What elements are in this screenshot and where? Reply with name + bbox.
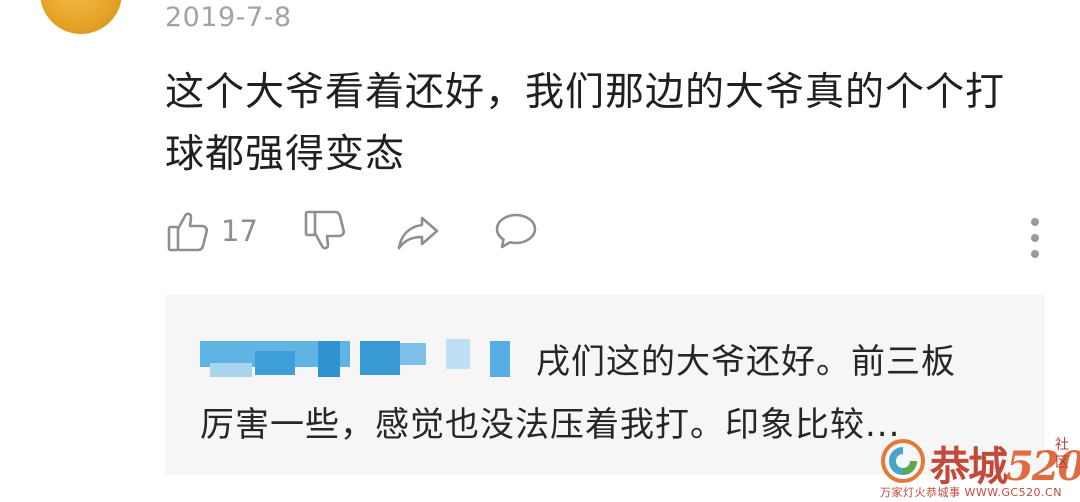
dislike-button[interactable] bbox=[302, 208, 348, 254]
share-icon bbox=[397, 216, 439, 250]
user-avatar[interactable] bbox=[40, 0, 122, 34]
watermark-sub-text: 万家灯火恭城事 WWW.GC520.CN bbox=[880, 486, 1062, 499]
comment-bubble-icon bbox=[495, 213, 537, 249]
like-count: 17 bbox=[221, 214, 258, 248]
more-vertical-icon bbox=[1031, 218, 1039, 258]
watermark-side-text: 社区 bbox=[1055, 437, 1069, 471]
more-options-button[interactable] bbox=[1025, 214, 1045, 262]
share-button[interactable] bbox=[395, 208, 441, 254]
watermark-logo-icon bbox=[881, 439, 925, 483]
thumbs-up-icon bbox=[167, 212, 209, 252]
reply-button[interactable] bbox=[493, 208, 539, 254]
site-watermark: 恭城520 社区 万家灯火恭城事 WWW.GC520.CN bbox=[880, 430, 1080, 502]
comment-screen: 2019-7-8 这个大爷看着还好，我们那边的大爷真的个个打 球都强得变态 17 bbox=[0, 0, 1080, 502]
comment-text-line-2: 球都强得变态 bbox=[165, 132, 406, 177]
comment-actions: 17 bbox=[165, 208, 1045, 268]
reply-first-line: 戌们这的大爷还好。前三板 bbox=[200, 330, 956, 386]
comment-body: 这个大爷看着还好，我们那边的大爷真的个个打 球都强得变态 bbox=[165, 62, 1035, 186]
blurred-username bbox=[200, 333, 530, 383]
reply-text-line-1: 戌们这的大爷还好。前三板 bbox=[536, 341, 956, 382]
comment-text-line-1: 这个大爷看着还好，我们那边的大爷真的个个打 bbox=[165, 70, 1006, 115]
comment-date: 2019-7-8 bbox=[165, 2, 292, 33]
reply-text-line-2: 厉害一些，感觉也没法压着我打。印象比较... bbox=[200, 405, 901, 445]
like-button[interactable]: 17 bbox=[165, 208, 258, 254]
thumbs-down-icon bbox=[304, 210, 346, 250]
